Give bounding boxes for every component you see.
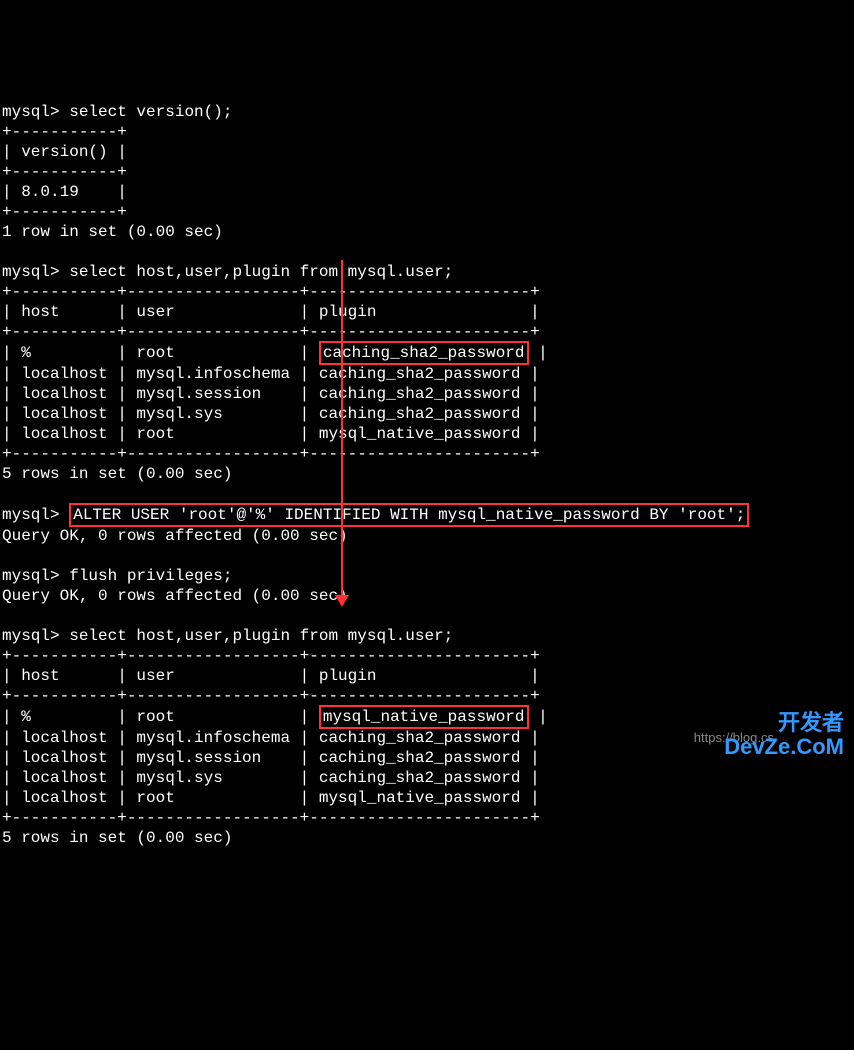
table-border: +-----------+------------------+--------… — [2, 647, 540, 665]
result-text: Query OK, 0 rows affected (0.00 sec) — [2, 587, 348, 605]
watermark-logo-line2: DevZe.CoM — [724, 734, 844, 759]
highlighted-alter-user-command: ALTER USER 'root'@'%' IDENTIFIED WITH my… — [69, 503, 749, 527]
highlighted-plugin-before: caching_sha2_password — [319, 341, 529, 365]
table-border: +-----------+------------------+--------… — [2, 687, 540, 705]
table-border: +-----------+ — [2, 123, 127, 141]
watermark-logo: 开发者 DevZe.CoM — [724, 711, 844, 759]
table-border: +-----------+ — [2, 163, 127, 181]
result-text: Query OK, 0 rows affected (0.00 sec) — [2, 527, 348, 545]
table-row-prefix: | % | root | — [2, 344, 319, 362]
table-row-prefix: | % | root | — [2, 708, 319, 726]
table-row: | localhost | root | mysql_native_passwo… — [2, 425, 540, 443]
result-text: 1 row in set (0.00 sec) — [2, 223, 223, 241]
table-header: | host | user | plugin | — [2, 667, 540, 685]
prompt: mysql> — [2, 263, 60, 281]
table-row: | localhost | root | mysql_native_passwo… — [2, 789, 540, 807]
table-row: | localhost | mysql.sys | caching_sha2_p… — [2, 405, 540, 423]
table-border: +-----------+------------------+--------… — [2, 283, 540, 301]
table-border: +-----------+------------------+--------… — [2, 445, 540, 463]
sql-command-select-users: select host,user,plugin from mysql.user; — [69, 627, 453, 645]
table-row: | localhost | mysql.session | caching_sh… — [2, 749, 540, 767]
result-text: 5 rows in set (0.00 sec) — [2, 829, 232, 847]
table-row: | localhost | mysql.infoschema | caching… — [2, 729, 540, 747]
prompt: mysql> — [2, 506, 60, 524]
table-border: +-----------+------------------+--------… — [2, 323, 540, 341]
prompt: mysql> — [2, 103, 60, 121]
table-row: | localhost | mysql.session | caching_sh… — [2, 385, 540, 403]
table-header: | version() | — [2, 143, 127, 161]
table-header: | host | user | plugin | — [2, 303, 540, 321]
table-row: | localhost | mysql.sys | caching_sha2_p… — [2, 769, 540, 787]
watermark-logo-line1: 开发者 — [778, 710, 844, 735]
table-row: | 8.0.19 | — [2, 183, 127, 201]
prompt: mysql> — [2, 567, 60, 585]
table-row-suffix: | — [529, 708, 548, 726]
sql-command-flush: flush privileges; — [69, 567, 232, 585]
prompt: mysql> — [2, 627, 60, 645]
sql-command-version: select version(); — [69, 103, 232, 121]
result-text: 5 rows in set (0.00 sec) — [2, 465, 232, 483]
table-row: | localhost | mysql.infoschema | caching… — [2, 365, 540, 383]
table-border: +-----------+------------------+--------… — [2, 809, 540, 827]
highlighted-plugin-after: mysql_native_password — [319, 705, 529, 729]
sql-command-select-users: select host,user,plugin from mysql.user; — [69, 263, 453, 281]
table-border: +-----------+ — [2, 203, 127, 221]
table-row-suffix: | — [529, 344, 548, 362]
